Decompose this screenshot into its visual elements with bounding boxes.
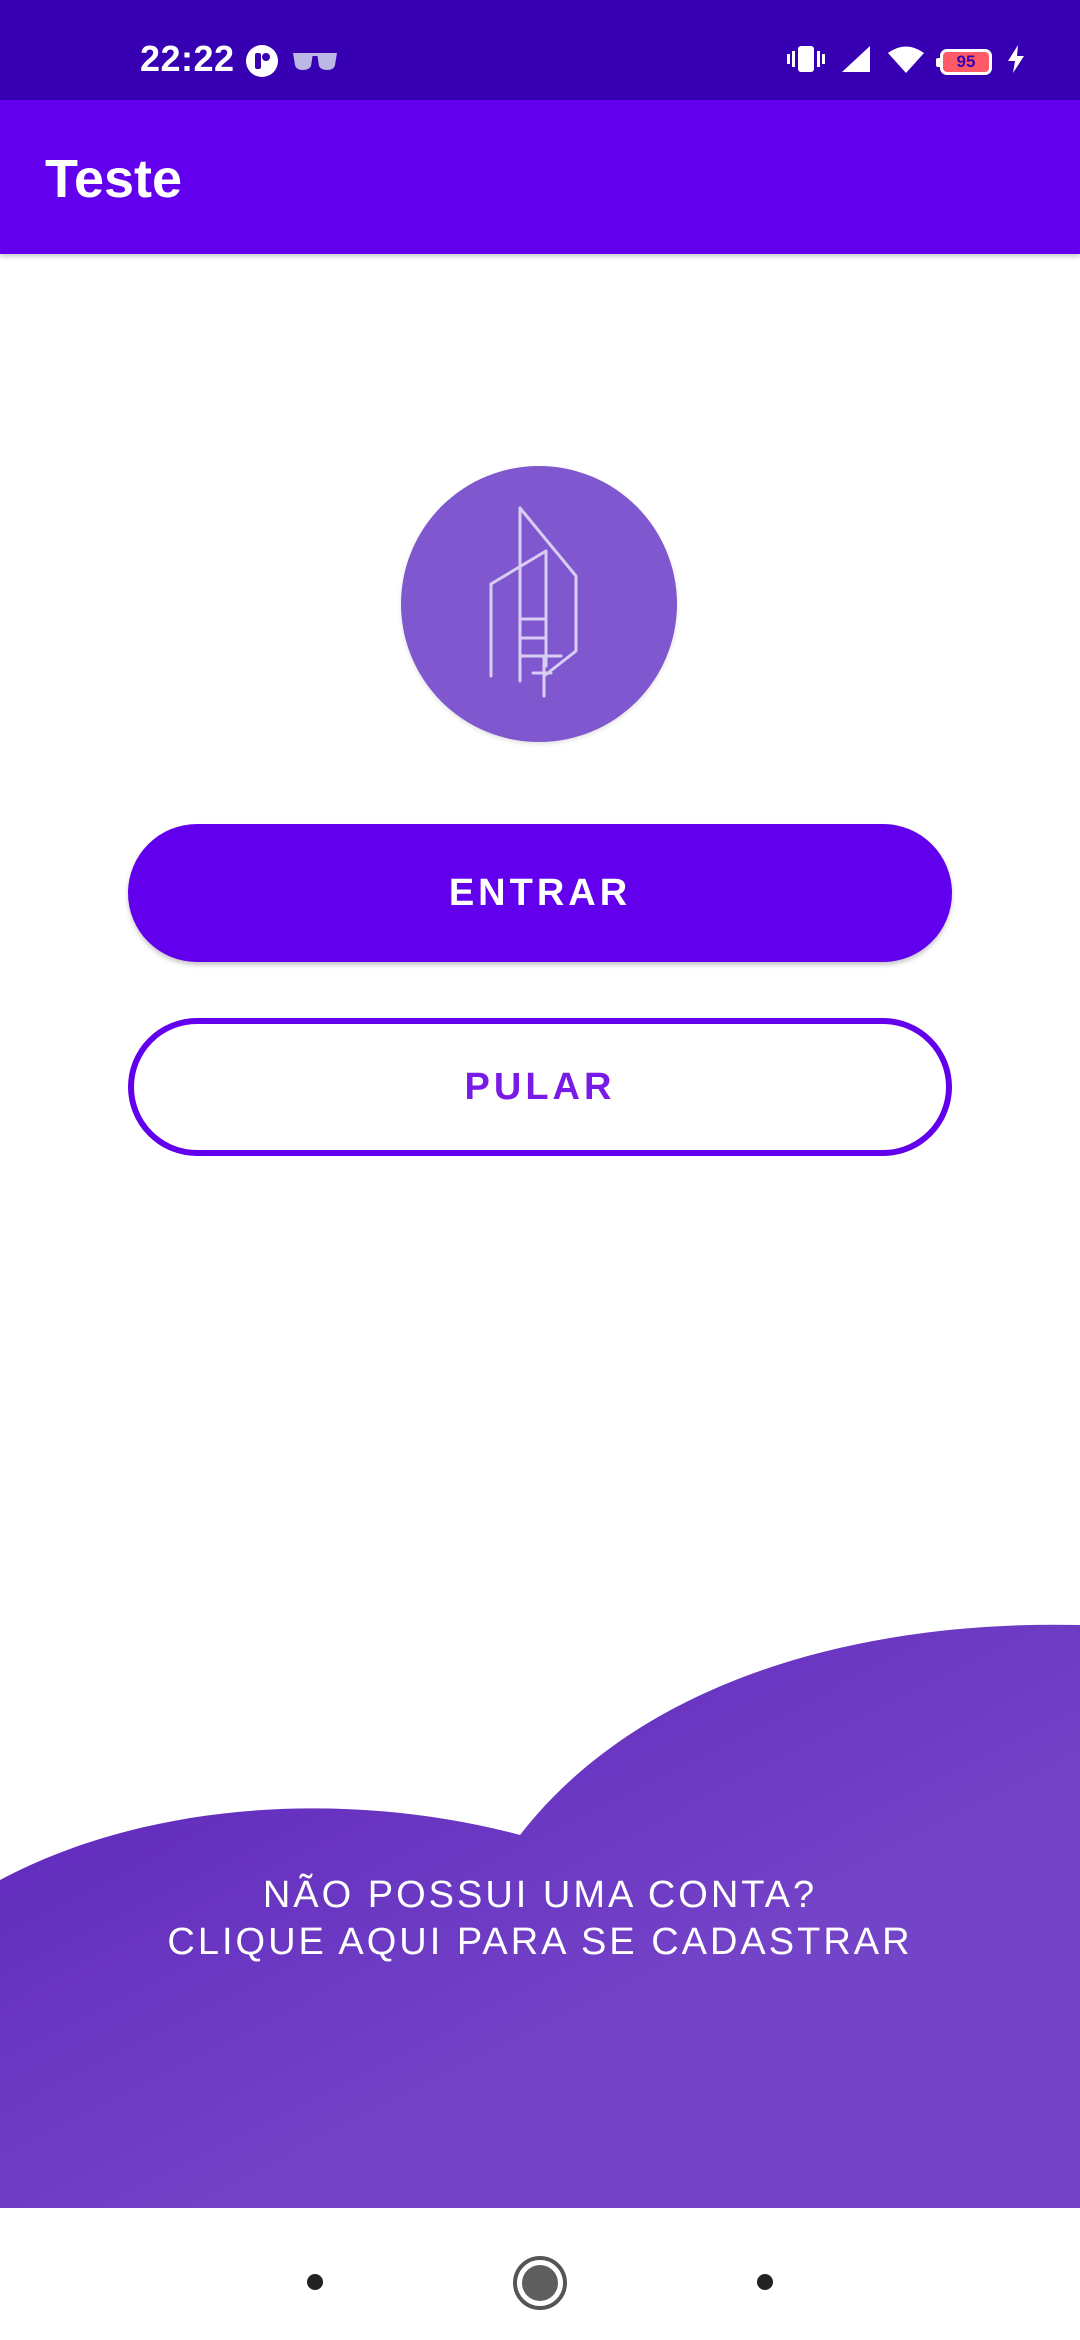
signup-line-2: CLIQUE AQUI PARA SE CADASTRAR bbox=[167, 1921, 913, 1963]
wave-background bbox=[0, 1624, 1080, 2208]
status-right-icons: 95 bbox=[786, 44, 1026, 79]
app-screen: 22:22 95 Teste ENTRAR PULAR NÃO POSSUI U… bbox=[0, 0, 1080, 2340]
charging-icon bbox=[1006, 44, 1026, 79]
status-left-icons bbox=[245, 44, 339, 83]
vibrate-icon bbox=[786, 44, 826, 79]
navigation-bar bbox=[0, 2208, 1080, 2340]
recents-dot-icon[interactable] bbox=[307, 2274, 323, 2290]
app-notification-icon bbox=[245, 44, 279, 83]
status-bar: 22:22 95 bbox=[0, 0, 1080, 100]
app-bar: Teste bbox=[0, 100, 1080, 254]
glasses-icon bbox=[291, 50, 339, 77]
app-title: Teste bbox=[45, 149, 183, 209]
back-dot-icon[interactable] bbox=[757, 2274, 773, 2290]
battery-icon: 95 bbox=[936, 48, 992, 75]
signal-icon bbox=[840, 44, 872, 79]
status-time: 22:22 bbox=[140, 38, 235, 79]
signup-link[interactable]: NÃO POSSUI UMA CONTA? CLIQUE AQUI PARA S… bbox=[0, 1872, 1080, 1966]
entrar-button[interactable]: ENTRAR bbox=[128, 824, 952, 962]
building-logo-icon bbox=[401, 466, 677, 742]
signup-line-1: NÃO POSSUI UMA CONTA? bbox=[262, 1874, 818, 1916]
home-icon[interactable] bbox=[513, 2256, 567, 2310]
pular-button[interactable]: PULAR bbox=[128, 1018, 952, 1156]
wifi-icon bbox=[886, 44, 926, 79]
